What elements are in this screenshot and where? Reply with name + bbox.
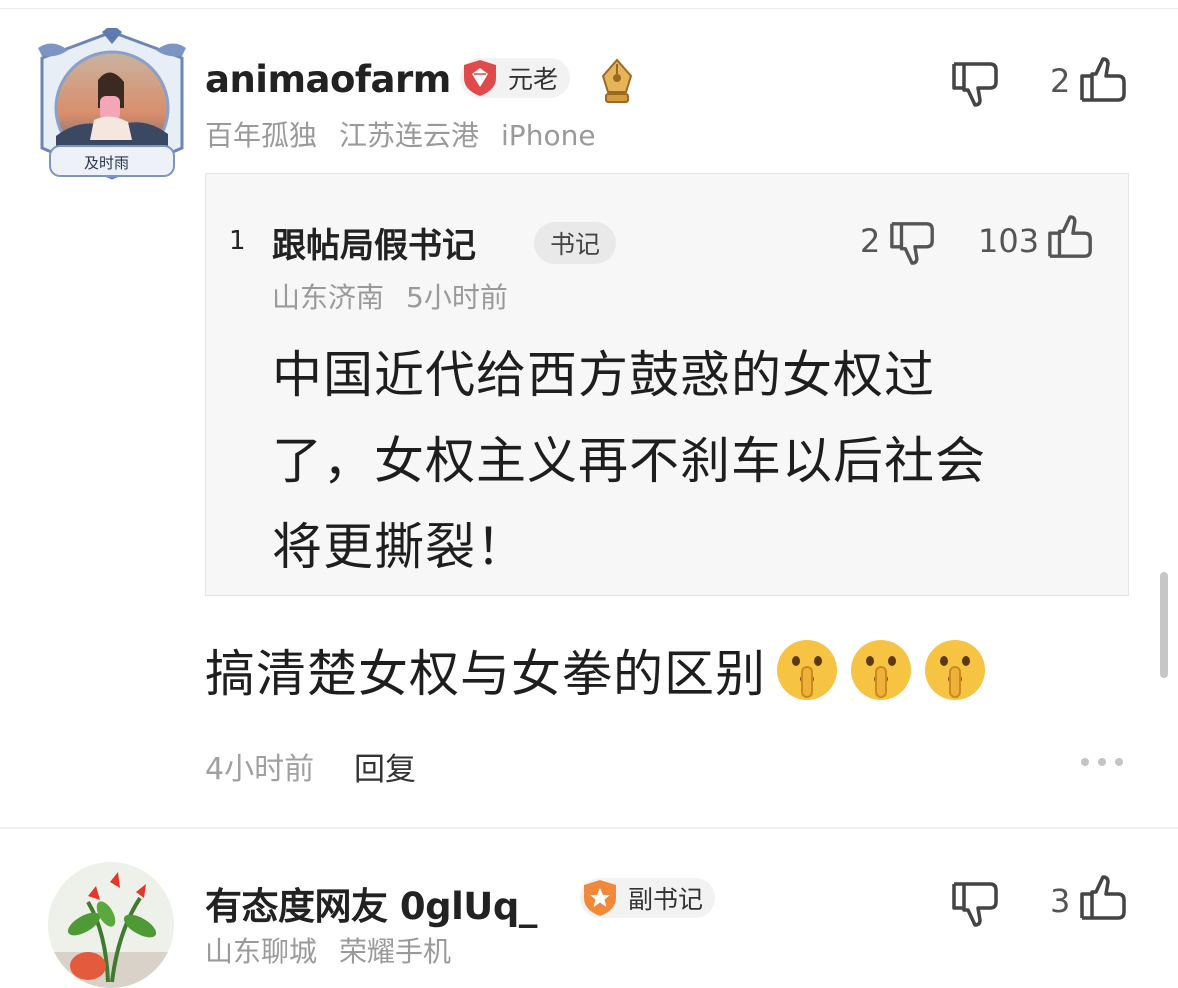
user-meta: 山东聊城 荣耀手机 [205, 930, 473, 970]
like-count: 2 [1050, 62, 1071, 100]
pen-medal-icon [601, 58, 633, 103]
comment-text-row: 搞清楚女权与女拳的区别 [205, 634, 988, 706]
like-icon[interactable] [1078, 56, 1130, 106]
rank-badge-label: 元老 [508, 65, 559, 94]
dislike-icon[interactable] [950, 878, 1002, 928]
floor-number: 1 [229, 226, 246, 256]
username[interactable]: 有态度网友 0glUq_ [205, 876, 537, 930]
shushing-face-icon [777, 640, 837, 700]
scrollbar[interactable] [1160, 572, 1168, 678]
quoted-text: 中国近代给西方鼓惑的女权过了，女权主义再不刹车以后社会将更撕裂！ [272, 346, 986, 576]
user-meta: 百年孤独 江苏连云港 iPhone [205, 114, 618, 154]
shushing-face-icon [851, 640, 911, 700]
dislike-icon[interactable] [950, 58, 1002, 108]
more-options-icon[interactable] [1080, 756, 1124, 768]
like-icon[interactable] [1078, 874, 1130, 924]
username[interactable]: animaofarm [205, 58, 451, 101]
shield-icon [464, 60, 496, 96]
shushing-face-icon [925, 640, 985, 700]
user-location: 山东聊城 [205, 935, 318, 968]
avatar[interactable] [48, 862, 174, 988]
comment-divider [0, 827, 1178, 829]
quoted-time: 5小时前 [406, 281, 508, 314]
quoted-username[interactable]: 跟帖局假书记 [272, 218, 476, 267]
quoted-location: 山东济南 [272, 281, 385, 314]
user-location: 江苏连云港 [339, 119, 480, 152]
shield-icon [584, 880, 616, 916]
quoted-meta: 山东济南 5小时前 [272, 276, 530, 316]
quoted-rank-badge: 书记 [534, 222, 617, 264]
rank-badge-label: 副书记 [628, 885, 704, 914]
reply-button[interactable]: 回复 [354, 744, 416, 789]
quoted-dislike-icon[interactable] [888, 218, 938, 266]
top-divider [0, 8, 1178, 9]
comment-text: 搞清楚女权与女拳的区别 [205, 645, 766, 703]
quoted-like-icon[interactable] [1046, 214, 1096, 262]
user-signature: 百年孤独 [205, 119, 318, 152]
quoted-like-count: 103 [978, 222, 1040, 260]
rank-badge: 副书记 [580, 878, 716, 918]
like-count: 3 [1050, 882, 1071, 920]
avatar-caption: 及时雨 [84, 154, 129, 172]
user-device: iPhone [501, 119, 596, 152]
rank-badge: 元老 [460, 58, 571, 98]
quoted-dislike-count: 2 [860, 222, 881, 260]
comment-time: 4小时前 [205, 752, 315, 787]
avatar[interactable]: 及时雨 [32, 24, 192, 184]
user-device: 荣耀手机 [339, 935, 452, 968]
